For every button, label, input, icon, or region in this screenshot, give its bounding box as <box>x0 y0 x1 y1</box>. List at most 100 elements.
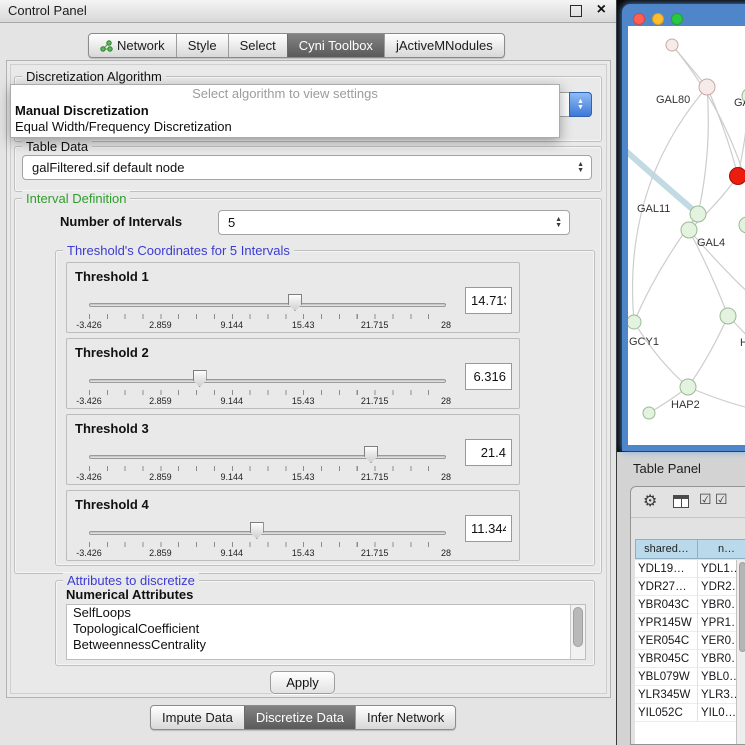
table-cell[interactable]: YLR345W <box>635 686 698 704</box>
tab-select[interactable]: Select <box>228 34 287 57</box>
table-scrollbar[interactable] <box>736 560 745 744</box>
threshold-value-input[interactable] <box>465 287 512 314</box>
tab-style[interactable]: Style <box>176 34 228 57</box>
attributes-scrollbar[interactable] <box>570 605 585 659</box>
gear-icon[interactable]: ⚙ <box>643 491 657 511</box>
table-row[interactable]: YER054CYER0… <box>635 632 745 650</box>
mac-minimize-button[interactable] <box>652 13 664 25</box>
column-header[interactable]: shared… <box>635 539 698 559</box>
select-checkbox-icon[interactable]: ☑ <box>715 491 728 508</box>
dropdown-option-manual[interactable]: Manual Discretization <box>11 103 559 119</box>
scrollbar-thumb[interactable] <box>739 562 745 652</box>
threshold-slider[interactable]: -3.426 2.859 9.144 15.43 21.715 28 <box>89 369 446 409</box>
threshold-slider[interactable]: -3.426 2.859 9.144 15.43 21.715 28 <box>89 445 446 485</box>
slider-thumb[interactable] <box>250 522 264 539</box>
table-row[interactable]: YPR145WYPR1… <box>635 614 745 632</box>
table-cell[interactable]: YDL19… <box>635 560 698 578</box>
node[interactable] <box>666 39 678 51</box>
node[interactable] <box>643 407 655 419</box>
threshold-label: Threshold 2 <box>75 345 149 360</box>
apply-button[interactable]: Apply <box>270 671 335 694</box>
slider-ticks <box>89 314 446 319</box>
table-row[interactable]: YLR345WYLR3… <box>635 686 745 704</box>
combobox-arrows-icon[interactable]: ▲ ▼ <box>569 92 592 117</box>
columns-icon[interactable] <box>673 495 689 508</box>
column-header[interactable]: n… <box>698 539 745 559</box>
node-label: GCY1 <box>629 336 659 348</box>
table-row[interactable]: YBL079WYBL0… <box>635 668 745 686</box>
table-cell[interactable]: YDR27… <box>635 578 698 596</box>
slider-track[interactable] <box>89 303 446 307</box>
node-label: GAL80 <box>656 94 690 106</box>
slider-thumb[interactable] <box>364 446 378 463</box>
table-row[interactable]: YBR043CYBR0… <box>635 596 745 614</box>
tab-cyni-toolbox[interactable]: Cyni Toolbox <box>287 34 384 57</box>
network-canvas[interactable]: GAL80 GA GAL11 GAL4 GCY1 H HAP2 <box>628 26 745 445</box>
threshold-value-input[interactable] <box>465 363 512 390</box>
table-data-combobox[interactable]: galFiltered.sif default node ▲ ▼ <box>22 155 592 180</box>
tab-label: Cyni Toolbox <box>299 38 373 53</box>
table-data-group-title: Table Data <box>22 139 92 154</box>
node-selected-red[interactable] <box>730 168 745 185</box>
mac-zoom-button[interactable] <box>671 13 683 25</box>
float-panel-icon[interactable] <box>570 5 582 17</box>
tab-discretize-data[interactable]: Discretize Data <box>244 706 355 729</box>
table-cell[interactable]: YBR045C <box>635 650 698 668</box>
thresholds-group-title: Threshold's Coordinates for 5 Intervals <box>63 243 294 258</box>
table-row[interactable]: YBR045CYBR0… <box>635 650 745 668</box>
table-cell[interactable]: YPR145W <box>635 614 698 632</box>
node-gcy1[interactable] <box>628 315 641 329</box>
threshold-panel-2: Threshold 2 -3.426 2.859 9.144 15.43 21.… <box>66 338 520 409</box>
close-icon[interactable]: × <box>597 1 606 19</box>
node-gal11[interactable] <box>690 206 706 222</box>
attributes-list[interactable]: SelfLoops TopologicalCoefficient Between… <box>66 604 586 660</box>
table-row[interactable]: YIL052CYIL0… <box>635 704 745 722</box>
node-label: GA <box>734 97 745 109</box>
table-cell[interactable]: YBR043C <box>635 596 698 614</box>
table-cell[interactable]: YIL052C <box>635 704 698 722</box>
tab-network[interactable]: Network <box>89 34 176 57</box>
tab-jactivemnodules[interactable]: jActiveMNodules <box>384 34 504 57</box>
slider-track[interactable] <box>89 379 446 383</box>
select-all-checkbox-icon[interactable]: ☑ <box>699 491 712 508</box>
combobox-arrows-icon[interactable]: ▲ ▼ <box>555 211 562 234</box>
network-graph: GAL80 GA GAL11 GAL4 GCY1 H HAP2 <box>628 26 745 445</box>
arrow-down-icon: ▼ <box>577 168 584 174</box>
tab-label: Discretize Data <box>256 710 344 725</box>
table-row[interactable]: YDR27…YDR2… <box>635 578 745 596</box>
threshold-value-input[interactable] <box>465 439 512 466</box>
list-item[interactable]: SelfLoops <box>67 605 585 621</box>
threshold-slider[interactable]: -3.426 2.859 9.144 15.43 21.715 28 <box>89 521 446 561</box>
node[interactable] <box>739 217 745 233</box>
arrow-down-icon: ▼ <box>577 105 584 111</box>
dropdown-option-equal-width[interactable]: Equal Width/Frequency Discretization <box>11 119 559 135</box>
num-intervals-combobox[interactable]: 5 ▲ ▼ <box>218 210 570 235</box>
node-gal4[interactable] <box>681 222 697 238</box>
mac-close-button[interactable] <box>633 13 645 25</box>
node[interactable] <box>720 308 736 324</box>
table-cell[interactable]: YER054C <box>635 632 698 650</box>
threshold-slider[interactable]: -3.426 2.859 9.144 15.43 21.715 28 <box>89 293 446 333</box>
scale-label: -3.426 <box>76 548 102 558</box>
tab-label: Infer Network <box>367 710 444 725</box>
table-row[interactable]: YDL19…YDL1… <box>635 560 745 578</box>
slider-thumb[interactable] <box>193 370 207 387</box>
num-intervals-value: 5 <box>228 215 235 230</box>
slider-thumb[interactable] <box>288 294 302 311</box>
scale-label: 9.144 <box>221 320 244 330</box>
scale-label: 15.43 <box>292 320 315 330</box>
threshold-value-input[interactable] <box>465 515 512 542</box>
node-gal80[interactable] <box>699 79 715 95</box>
list-item[interactable]: BetweennessCentrality <box>67 637 585 653</box>
tab-impute-data[interactable]: Impute Data <box>151 706 244 729</box>
slider-track[interactable] <box>89 455 446 459</box>
combobox-arrows-icon[interactable]: ▲ ▼ <box>577 156 584 179</box>
table-cell[interactable]: YBL079W <box>635 668 698 686</box>
node-hap2[interactable] <box>680 379 696 395</box>
scrollbar-thumb[interactable] <box>573 607 583 647</box>
tab-label: jActiveMNodules <box>396 38 493 53</box>
list-item[interactable]: TopologicalCoefficient <box>67 621 585 637</box>
tab-infer-network[interactable]: Infer Network <box>355 706 455 729</box>
slider-track[interactable] <box>89 531 446 535</box>
scale-label: 21.715 <box>361 396 389 406</box>
